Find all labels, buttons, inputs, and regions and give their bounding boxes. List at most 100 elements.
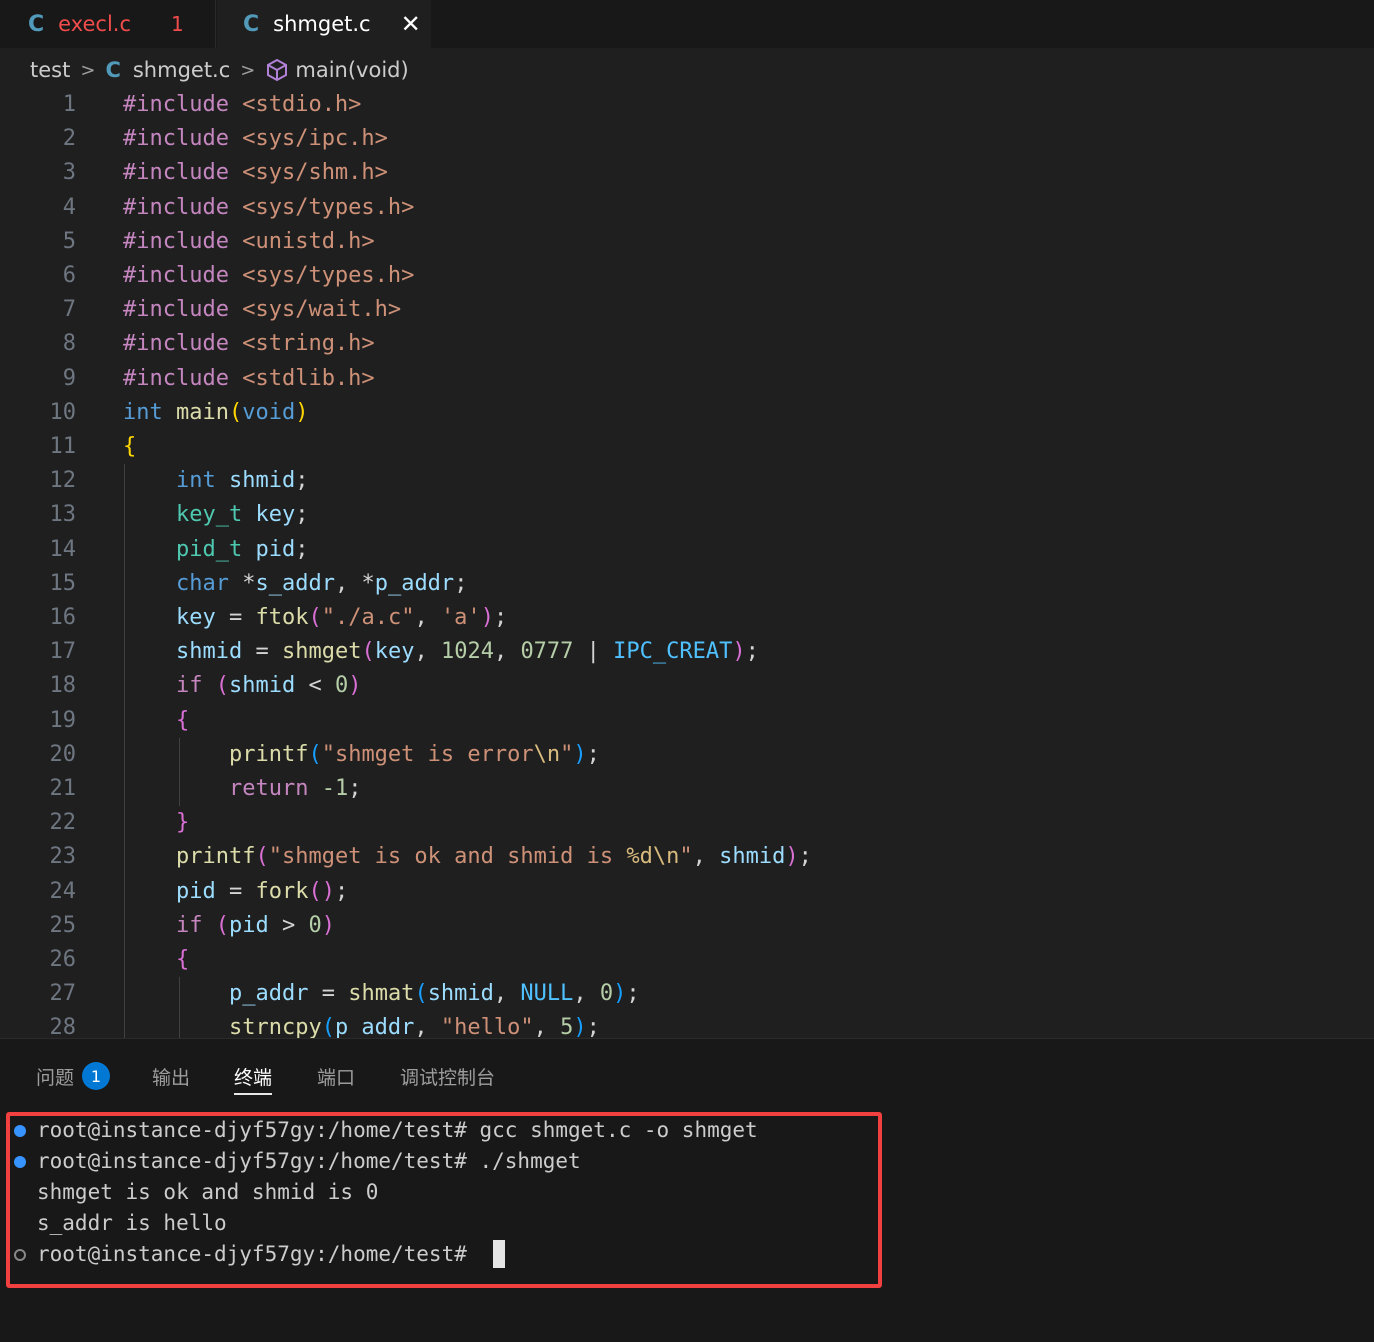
code-line[interactable]: 23 printf("shmget is ok and shmid is %d\… xyxy=(0,840,1374,874)
terminal-line: s_addr is hello xyxy=(37,1211,227,1235)
code-line[interactable]: 25 if (pid > 0) xyxy=(0,909,1374,943)
line-number: 16 xyxy=(49,605,77,630)
tab-shmget-c[interactable]: C shmget.c ✕ xyxy=(217,0,431,48)
panel-tab-problems[interactable]: 问题 1 xyxy=(36,1059,111,1093)
code-line[interactable]: 3 #include <sys/shm.h> xyxy=(0,156,1374,190)
line-number: 25 xyxy=(49,912,77,938)
line-number: 7 xyxy=(62,297,76,323)
code-text: #include <string.h> xyxy=(123,331,375,357)
line-number: 5 xyxy=(62,228,76,254)
terminal-prompt[interactable]: root@instance-djyf57gy:/home/test# xyxy=(37,1239,480,1270)
line-number: 2 xyxy=(62,126,76,152)
line-number: 20 xyxy=(49,741,77,767)
panel-tab-terminal[interactable]: 终端 xyxy=(234,1059,273,1095)
code-line[interactable]: 18 if (shmid < 0) xyxy=(0,669,1374,703)
code-line[interactable]: 16 key = ftok("./a.c", 'a'); xyxy=(0,601,1374,635)
code-line[interactable]: 12 int shmid; xyxy=(0,464,1374,498)
code-line[interactable]: 4 #include <sys/types.h> xyxy=(0,191,1374,225)
breadcrumb: test > C shmget.c > main(void) xyxy=(30,52,409,88)
c-file-icon: C xyxy=(105,58,121,82)
code-line[interactable]: 21 return -1; xyxy=(0,772,1374,806)
code-line[interactable]: 27 p_addr = shmat(shmid, NULL, 0); xyxy=(0,977,1374,1011)
line-number: 27 xyxy=(49,981,77,1007)
code-line[interactable]: 20 printf("shmget is error\n"); xyxy=(0,738,1374,772)
method-cube-icon xyxy=(265,58,289,82)
code-line[interactable]: 22 } xyxy=(0,806,1374,840)
code-text: { xyxy=(175,947,190,972)
code-text: int shmid; xyxy=(175,468,309,494)
code-text: pid = fork(); xyxy=(175,878,349,904)
code-text: #include <unistd.h> xyxy=(123,228,375,254)
code-line[interactable]: 7 #include <sys/wait.h> xyxy=(0,293,1374,327)
code-line[interactable]: 13 key_t key; xyxy=(0,498,1374,532)
line-number: 18 xyxy=(49,673,77,699)
code-line[interactable]: 24 pid = fork(); xyxy=(0,875,1374,909)
line-number: 15 xyxy=(49,570,77,596)
c-file-icon: C xyxy=(28,11,45,37)
code-line[interactable]: 19 { xyxy=(0,704,1374,738)
line-number: 12 xyxy=(49,468,77,494)
indent-guide xyxy=(179,737,180,807)
terminal-cursor xyxy=(493,1240,505,1268)
code-line[interactable]: 14 pid_t pid; xyxy=(0,533,1374,567)
terminal-line: root@instance-djyf57gy:/home/test# ./shm… xyxy=(37,1149,581,1173)
panel-tab-label: 输出 xyxy=(152,1066,191,1089)
code-text: #include <sys/shm.h> xyxy=(123,160,388,186)
code-line[interactable]: 8 #include <string.h> xyxy=(0,327,1374,361)
code-text: #include <sys/types.h> xyxy=(123,263,415,288)
code-line[interactable]: 5 #include <unistd.h> xyxy=(0,225,1374,259)
code-text: { xyxy=(123,434,137,459)
chevron-right-icon: > xyxy=(240,59,256,81)
code-line[interactable]: 9 #include <stdlib.h> xyxy=(0,362,1374,396)
code-text: #include <sys/types.h> xyxy=(123,194,415,220)
code-line[interactable]: 15 char *s_addr, *p_addr; xyxy=(0,567,1374,601)
code-line[interactable]: 2 #include <sys/ipc.h> xyxy=(0,122,1374,156)
code-line[interactable]: 1 #include <stdio.h> xyxy=(0,88,1374,122)
panel-tab-output[interactable]: 输出 xyxy=(152,1059,190,1093)
problems-badge: 1 xyxy=(82,1062,111,1090)
c-file-icon: C xyxy=(243,11,260,37)
tab-label: shmget.c xyxy=(273,12,371,36)
line-number: 3 xyxy=(62,160,76,186)
code-text: if (pid > 0) xyxy=(175,912,335,938)
line-number: 19 xyxy=(49,707,77,733)
line-number: 13 xyxy=(49,502,77,528)
close-icon[interactable]: ✕ xyxy=(401,10,421,38)
code-line[interactable]: 26 { xyxy=(0,943,1374,977)
breadcrumb-file[interactable]: shmget.c xyxy=(133,58,230,82)
terminal-line: shmget is ok and shmid is 0 xyxy=(37,1180,379,1204)
code-line[interactable]: 28 strncpy(p_addr, "hello", 5); xyxy=(0,1011,1374,1038)
line-number: 22 xyxy=(49,810,77,836)
code-text: pid_t pid; xyxy=(175,536,309,562)
command-success-dot[interactable] xyxy=(14,1156,26,1168)
panel-tab-debug-console[interactable]: 调试控制台 xyxy=(400,1059,495,1093)
code-text: return -1; xyxy=(228,776,362,801)
line-number: 11 xyxy=(49,434,77,459)
breadcrumb-symbol[interactable]: main(void) xyxy=(295,58,408,82)
line-number: 6 xyxy=(62,263,76,288)
code-text: if (shmid < 0) xyxy=(175,673,362,699)
code-line[interactable]: 6 #include <sys/types.h> xyxy=(0,259,1374,293)
line-number: 8 xyxy=(62,331,76,357)
line-number: 14 xyxy=(49,536,77,562)
code-text: #include <sys/ipc.h> xyxy=(123,126,388,152)
bottom-panel: 问题 1 输出 终端 端口 调试控制台 root@instance-djyf57… xyxy=(0,1038,1374,1342)
tab-execl-c[interactable]: C execl.c 1 xyxy=(0,0,216,48)
code-text: { xyxy=(175,707,190,733)
code-text: #include <stdio.h> xyxy=(123,92,362,117)
line-number: 9 xyxy=(62,365,76,391)
code-editor[interactable]: 1 #include <stdio.h> 2 #include <sys/ipc.h>… xyxy=(0,88,1374,1038)
code-line[interactable]: 11 { xyxy=(0,430,1374,464)
code-text: printf("shmget is error\n"); xyxy=(228,741,600,767)
breadcrumb-folder[interactable]: test xyxy=(30,58,70,82)
chevron-right-icon: > xyxy=(80,59,96,81)
code-text: strncpy(p_addr, "hello", 5); xyxy=(228,1015,600,1038)
code-line[interactable]: 10 int main(void) xyxy=(0,396,1374,430)
command-success-dot[interactable] xyxy=(14,1125,26,1137)
code-line[interactable]: 17 shmid = shmget(key, 1024, 0777 | IPC_… xyxy=(0,635,1374,669)
line-number: 23 xyxy=(49,844,77,870)
panel-tab-label: 终端 xyxy=(234,1066,273,1089)
line-number: 21 xyxy=(49,776,77,801)
line-number: 17 xyxy=(49,639,77,665)
panel-tab-ports[interactable]: 端口 xyxy=(317,1059,355,1093)
